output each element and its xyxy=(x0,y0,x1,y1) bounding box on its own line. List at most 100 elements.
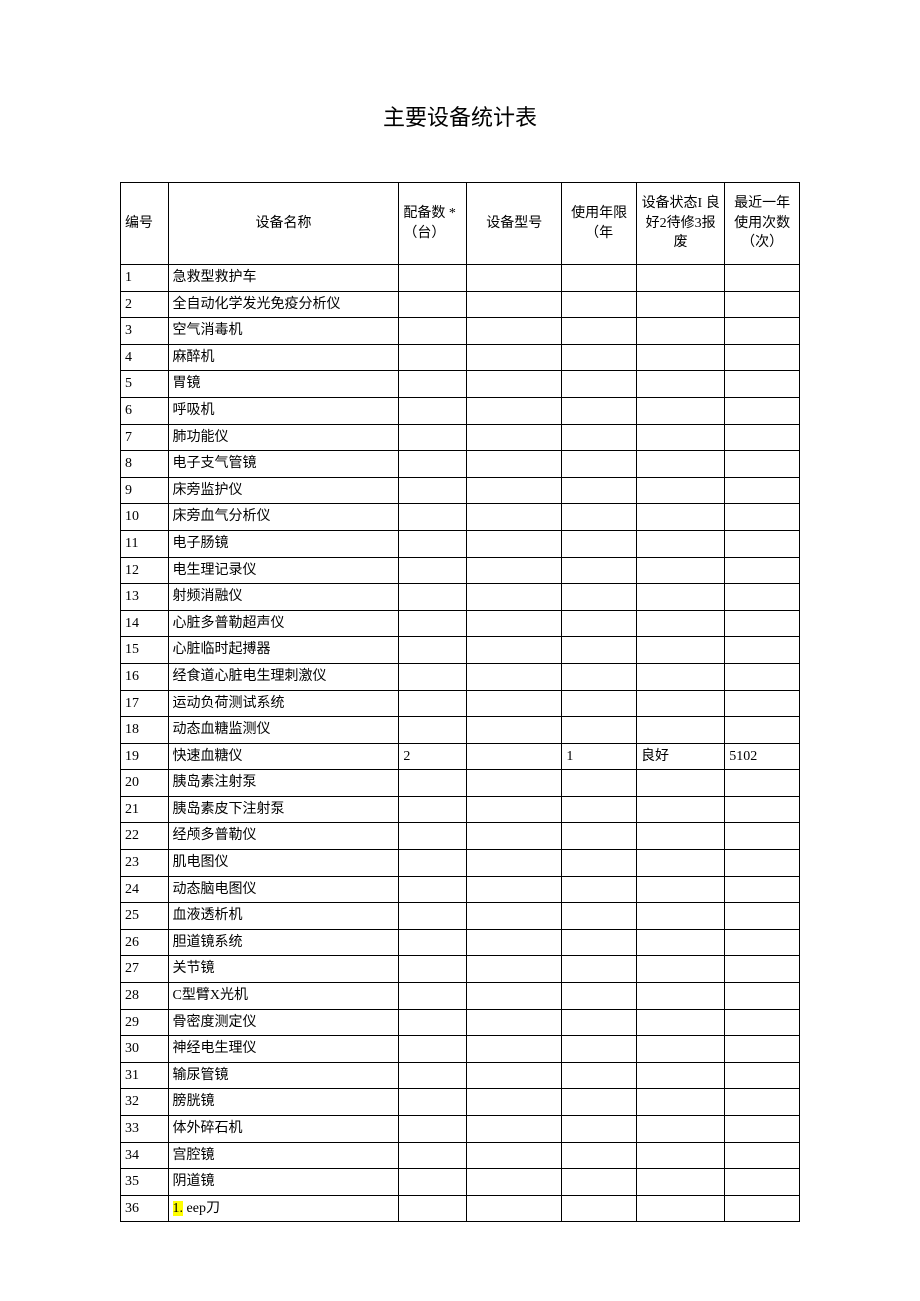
cell-model xyxy=(467,451,562,478)
cell-id: 23 xyxy=(121,850,169,877)
table-row: 5胃镜 xyxy=(121,371,800,398)
cell-id: 11 xyxy=(121,530,169,557)
cell-model xyxy=(467,1195,562,1222)
cell-name: 急救型救护车 xyxy=(168,265,399,292)
cell-qty xyxy=(399,1142,467,1169)
cell-model xyxy=(467,477,562,504)
cell-name: 1. eep刀 xyxy=(168,1195,399,1222)
cell-id: 3 xyxy=(121,318,169,345)
cell-usage xyxy=(725,344,800,371)
table-row: 31输尿管镜 xyxy=(121,1062,800,1089)
cell-status xyxy=(637,956,725,983)
table-row: 10床旁血气分析仪 xyxy=(121,504,800,531)
cell-usage xyxy=(725,903,800,930)
cell-model xyxy=(467,318,562,345)
cell-qty xyxy=(399,956,467,983)
table-row: 21胰岛素皮下注射泵 xyxy=(121,796,800,823)
cell-model xyxy=(467,1036,562,1063)
cell-name: 床旁血气分析仪 xyxy=(168,504,399,531)
cell-years xyxy=(562,637,637,664)
cell-years xyxy=(562,876,637,903)
cell-name: 肌电图仪 xyxy=(168,850,399,877)
cell-years xyxy=(562,823,637,850)
cell-model xyxy=(467,557,562,584)
page-title: 主要设备统计表 xyxy=(120,100,800,132)
cell-usage xyxy=(725,983,800,1010)
cell-name: 输尿管镜 xyxy=(168,1062,399,1089)
cell-name: 经食道心脏电生理刺激仪 xyxy=(168,663,399,690)
cell-name: 全自动化学发光免疫分析仪 xyxy=(168,291,399,318)
cell-usage xyxy=(725,717,800,744)
table-header-row: 编号 设备名称 配备数 *（台） 设备型号 使用年限（年 设备状态I 良好2待修… xyxy=(121,183,800,265)
header-name: 设备名称 xyxy=(168,183,399,265)
table-body: 1急救型救护车2全自动化学发光免疫分析仪3空气消毒机4麻醉机5胃镜6呼吸机7肺功… xyxy=(121,265,800,1222)
cell-usage xyxy=(725,291,800,318)
cell-id: 24 xyxy=(121,876,169,903)
cell-id: 16 xyxy=(121,663,169,690)
cell-years xyxy=(562,796,637,823)
cell-model xyxy=(467,371,562,398)
cell-id: 20 xyxy=(121,770,169,797)
cell-qty xyxy=(399,1169,467,1196)
cell-status xyxy=(637,265,725,292)
cell-qty xyxy=(399,903,467,930)
cell-years xyxy=(562,929,637,956)
cell-usage xyxy=(725,637,800,664)
cell-status xyxy=(637,1089,725,1116)
cell-model xyxy=(467,1116,562,1143)
cell-qty xyxy=(399,291,467,318)
cell-qty xyxy=(399,1195,467,1222)
cell-qty xyxy=(399,850,467,877)
cell-id: 1 xyxy=(121,265,169,292)
cell-usage xyxy=(725,610,800,637)
cell-usage xyxy=(725,876,800,903)
cell-usage xyxy=(725,557,800,584)
cell-id: 14 xyxy=(121,610,169,637)
header-model: 设备型号 xyxy=(467,183,562,265)
cell-years xyxy=(562,956,637,983)
cell-qty xyxy=(399,557,467,584)
cell-usage xyxy=(725,371,800,398)
cell-usage xyxy=(725,1116,800,1143)
cell-qty xyxy=(399,690,467,717)
cell-status xyxy=(637,850,725,877)
cell-usage xyxy=(725,770,800,797)
cell-name: 胰岛素注射泵 xyxy=(168,770,399,797)
cell-qty xyxy=(399,610,467,637)
cell-qty xyxy=(399,318,467,345)
cell-id: 8 xyxy=(121,451,169,478)
cell-status xyxy=(637,717,725,744)
cell-name: 电生理记录仪 xyxy=(168,557,399,584)
table-row: 12电生理记录仪 xyxy=(121,557,800,584)
cell-id: 33 xyxy=(121,1116,169,1143)
cell-usage xyxy=(725,477,800,504)
cell-qty xyxy=(399,823,467,850)
cell-usage xyxy=(725,1036,800,1063)
cell-status xyxy=(637,584,725,611)
cell-model xyxy=(467,1089,562,1116)
cell-name: 胆道镜系统 xyxy=(168,929,399,956)
cell-status xyxy=(637,424,725,451)
cell-name: 血液透析机 xyxy=(168,903,399,930)
cell-usage xyxy=(725,1195,800,1222)
cell-status xyxy=(637,397,725,424)
cell-status xyxy=(637,903,725,930)
cell-years xyxy=(562,424,637,451)
cell-years xyxy=(562,663,637,690)
cell-years xyxy=(562,530,637,557)
cell-id: 19 xyxy=(121,743,169,770)
cell-model xyxy=(467,796,562,823)
cell-status xyxy=(637,610,725,637)
cell-id: 15 xyxy=(121,637,169,664)
cell-model xyxy=(467,929,562,956)
cell-id: 28 xyxy=(121,983,169,1010)
cell-qty xyxy=(399,451,467,478)
cell-id: 17 xyxy=(121,690,169,717)
table-row: 16经食道心脏电生理刺激仪 xyxy=(121,663,800,690)
cell-years xyxy=(562,610,637,637)
cell-id: 22 xyxy=(121,823,169,850)
cell-status xyxy=(637,876,725,903)
cell-model xyxy=(467,1142,562,1169)
cell-usage xyxy=(725,265,800,292)
cell-id: 18 xyxy=(121,717,169,744)
